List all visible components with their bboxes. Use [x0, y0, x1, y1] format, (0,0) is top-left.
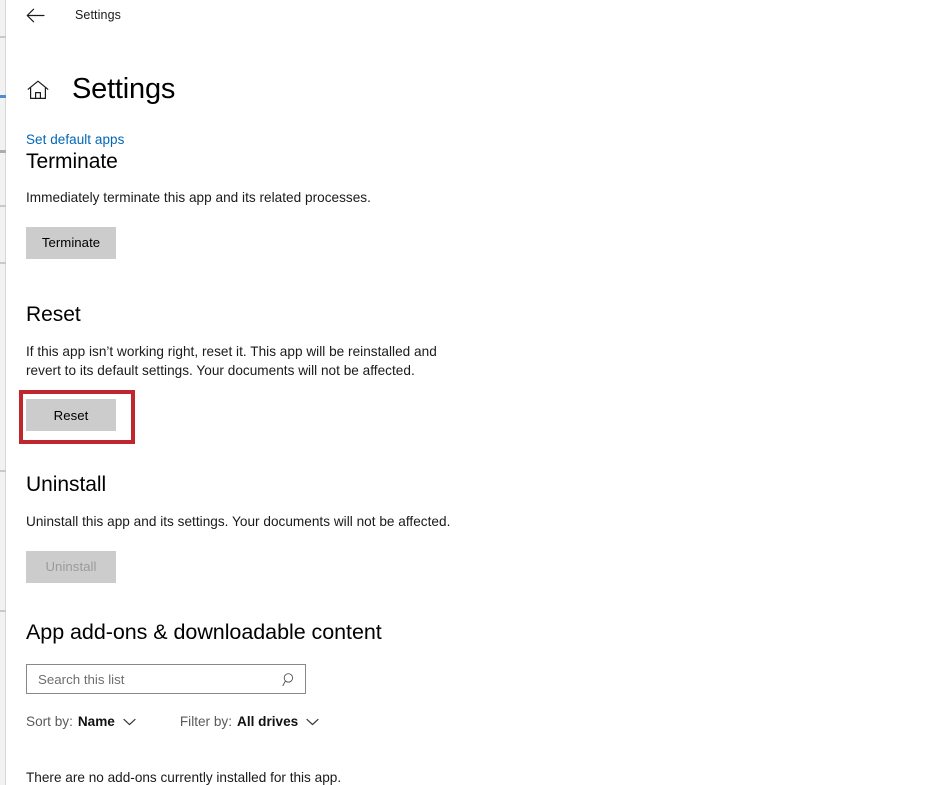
chevron-down-icon [123, 718, 136, 726]
background-streak [0, 205, 6, 207]
addons-heading: App add-ons & downloadable content [26, 620, 382, 644]
uninstall-button-wrapper: Uninstall [26, 550, 450, 583]
background-streak [0, 95, 6, 98]
settings-content: Settings Set default apps Terminate Imme… [7, 55, 941, 785]
terminate-heading: Terminate [26, 150, 118, 173]
addons-controls-row: Sort by: Name Filter by: All drives [26, 714, 926, 729]
reset-button[interactable]: Reset [26, 399, 116, 431]
addons-search-box[interactable] [26, 664, 306, 694]
background-streak [0, 150, 6, 153]
page-title: Settings [72, 73, 176, 106]
title-bar: Settings [7, 0, 941, 30]
search-icon-glyph [281, 672, 293, 686]
background-streak [0, 610, 6, 612]
background-streak [0, 36, 6, 38]
reset-description: If this app isn’t working right, reset i… [26, 343, 437, 380]
uninstall-heading: Uninstall [26, 473, 107, 496]
settings-window: Settings Settings Set default apps Termi… [7, 0, 941, 785]
filter-by-label: Filter by: [179, 714, 232, 729]
uninstall-button: Uninstall [26, 550, 116, 583]
reset-heading: Reset [26, 303, 81, 326]
reset-description-line-1: If this app isn’t working right, reset i… [26, 344, 437, 359]
terminate-button[interactable]: Terminate [26, 226, 116, 259]
filter-by-value: All drives [237, 714, 299, 729]
background-streak [0, 470, 6, 472]
uninstall-description: Uninstall this app and its settings. You… [26, 514, 451, 529]
reset-section: Reset If this app isn’t working right, r… [19, 303, 437, 444]
terminate-button-wrapper: Terminate [26, 226, 371, 259]
title-bar-text: Settings [75, 8, 121, 22]
back-arrow-icon [26, 8, 45, 22]
chevron-down-icon [306, 718, 319, 726]
reset-button-wrapper: Reset [19, 390, 135, 444]
addons-empty-message: There are no add-ons currently installed… [26, 770, 342, 785]
terminate-section: Terminate Immediately terminate this app… [26, 150, 371, 259]
page-header: Settings [26, 55, 921, 124]
home-icon[interactable] [26, 78, 50, 102]
sort-by-label: Sort by: [26, 714, 73, 729]
terminate-description: Immediately terminate this app and its r… [26, 190, 371, 205]
background-window-sliver [0, 0, 6, 785]
uninstall-section: Uninstall Uninstall this app and its set… [26, 473, 450, 583]
home-icon-glyph [27, 80, 49, 99]
search-input[interactable] [27, 665, 273, 693]
reset-description-line-2: revert to its default settings. Your doc… [26, 362, 415, 378]
filter-by-dropdown[interactable]: Filter by: All drives [180, 714, 319, 729]
sort-by-dropdown[interactable]: Sort by: Name [26, 714, 136, 729]
background-streak [0, 262, 6, 264]
search-icon[interactable] [273, 665, 305, 693]
sort-by-value: Name [77, 714, 115, 729]
addons-section: App add-ons & downloadable content Sort … [26, 620, 926, 729]
set-default-apps-link[interactable]: Set default apps [26, 132, 124, 147]
back-button[interactable] [18, 0, 52, 30]
